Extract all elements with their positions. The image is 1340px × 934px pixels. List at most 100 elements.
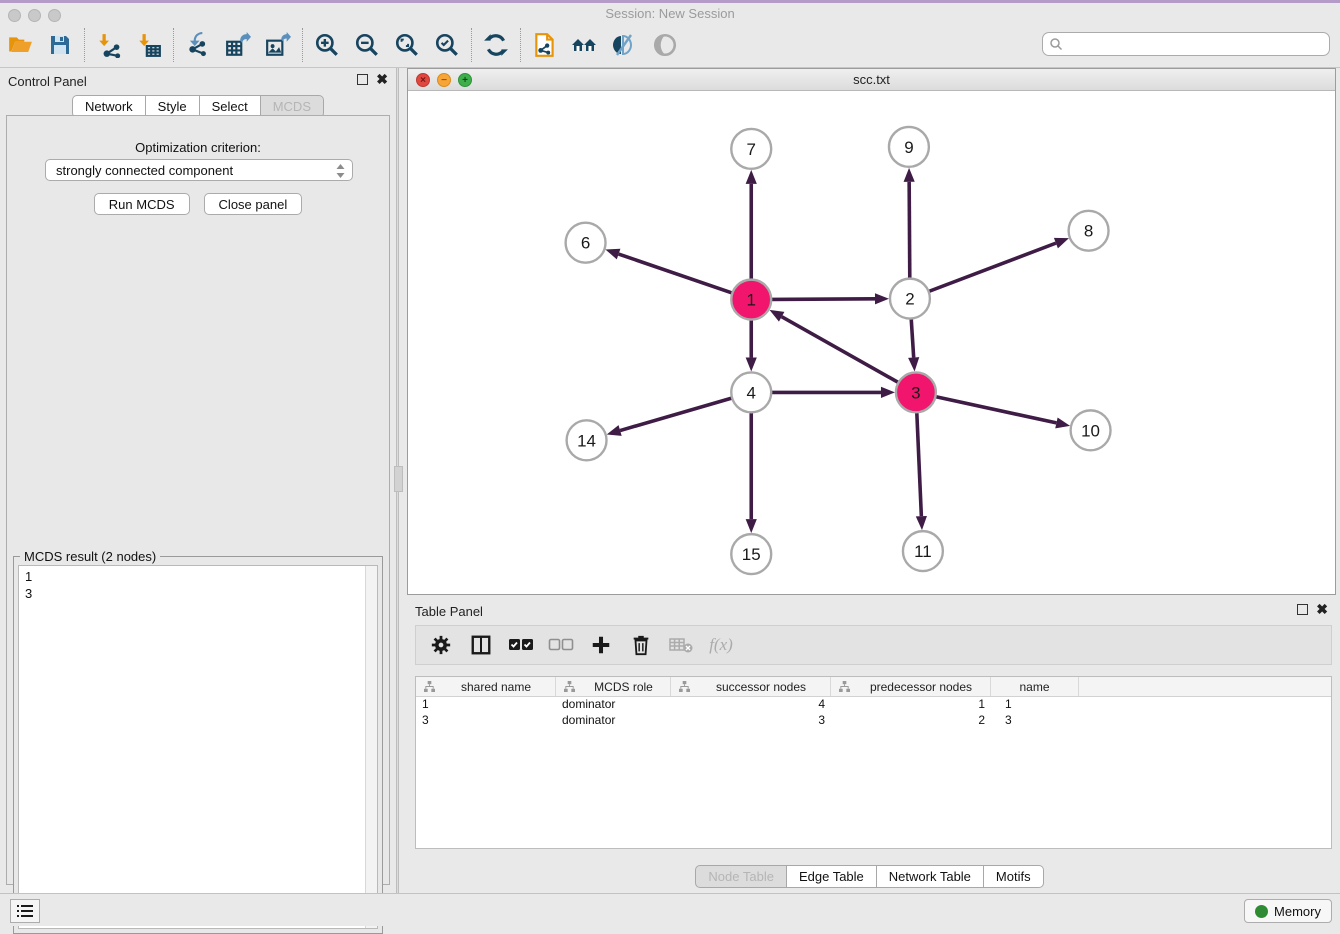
column-header-successor-nodes[interactable]: successor nodes [671, 677, 831, 696]
toolbar-separator [302, 28, 303, 62]
open-session-icon[interactable] [0, 27, 40, 63]
result-scrollbar[interactable] [365, 566, 377, 928]
import-network-icon[interactable] [89, 27, 129, 63]
cell-shared-name[interactable]: 3 [416, 713, 556, 729]
column-header-MCDS-role[interactable]: MCDS role [556, 677, 671, 696]
memory-button[interactable]: Memory [1244, 899, 1332, 923]
delete-column-icon[interactable] [628, 632, 654, 658]
apply-layout-icon[interactable] [476, 27, 516, 63]
edge-2-3[interactable] [911, 319, 913, 358]
optimization-criterion-label: Optimization criterion: [7, 140, 389, 155]
add-column-icon[interactable] [588, 632, 614, 658]
optimization-criterion-select[interactable]: strongly connected component [45, 159, 353, 181]
mcds-result-textarea[interactable]: 1 3 [18, 565, 378, 929]
run-mcds-button[interactable]: Run MCDS [94, 193, 190, 215]
edge-1-6[interactable] [619, 254, 733, 293]
edge-2-9[interactable] [909, 182, 910, 279]
show-details-icon[interactable] [645, 27, 685, 63]
float-panel-icon[interactable] [357, 74, 368, 85]
edge-arrow-1-2 [875, 293, 889, 304]
hierarchy-icon [564, 681, 575, 692]
close-panel-icon[interactable]: ✖ [376, 74, 388, 85]
node-label-2: 2 [905, 290, 914, 309]
edge-1-2[interactable] [771, 299, 875, 300]
toolbar-separator [84, 28, 85, 62]
zoom-selected-icon[interactable] [427, 27, 467, 63]
edge-3-1[interactable] [782, 317, 899, 383]
export-image-icon[interactable] [258, 27, 298, 63]
main-toolbar [0, 23, 1340, 68]
edge-2-8[interactable] [929, 243, 1056, 291]
search-input[interactable] [1063, 37, 1329, 51]
cell-successor-nodes[interactable]: 3 [671, 713, 831, 729]
tab-motifs[interactable]: Motifs [984, 865, 1044, 888]
edge-arrow-1-7 [746, 170, 757, 184]
column-header-name[interactable]: name [991, 677, 1079, 696]
table-panel-tabs: Node TableEdge TableNetwork TableMotifs [399, 865, 1340, 888]
status-bar: Memory [0, 893, 1340, 926]
export-table-icon[interactable] [218, 27, 258, 63]
cell-predecessor-nodes[interactable]: 2 [831, 713, 991, 729]
splitter-grip[interactable] [394, 466, 403, 492]
float-table-panel-icon[interactable] [1297, 604, 1308, 615]
cell-successor-nodes[interactable]: 4 [671, 697, 831, 713]
cell-name[interactable]: 1 [991, 697, 1079, 713]
network-from-selection-icon[interactable] [525, 27, 565, 63]
node-label-10: 10 [1081, 421, 1100, 440]
cell-MCDS-role[interactable]: dominator [556, 697, 671, 713]
apply-function-icon[interactable]: f(x) [708, 632, 734, 658]
edge-arrow-3-1 [769, 310, 784, 322]
combo-stepper-icon [335, 163, 346, 179]
search-field[interactable] [1042, 32, 1330, 56]
tab-network-table[interactable]: Network Table [877, 865, 984, 888]
import-table-icon[interactable] [129, 27, 169, 63]
hierarchy-icon [679, 681, 690, 692]
edge-3-10[interactable] [935, 397, 1056, 423]
mcds-result-title: MCDS result (2 nodes) [20, 549, 160, 564]
select-all-icon[interactable] [508, 632, 534, 658]
table-row[interactable]: 3dominator323 [416, 713, 1331, 729]
deselect-all-icon[interactable] [548, 632, 574, 658]
network-canvas[interactable]: 7968124314101511 [408, 91, 1335, 594]
table-panel: Table Panel ✖ [399, 597, 1340, 896]
zoom-fit-icon[interactable] [387, 27, 427, 63]
zoom-in-icon[interactable] [307, 27, 347, 63]
cell-name[interactable]: 3 [991, 713, 1079, 729]
tab-edge-table[interactable]: Edge Table [787, 865, 877, 888]
tab-node-table[interactable]: Node Table [695, 865, 787, 888]
node-label-15: 15 [742, 545, 761, 564]
cell-MCDS-role[interactable]: dominator [556, 713, 671, 729]
toolbar-separator [520, 28, 521, 62]
edge-arrow-4-15 [746, 519, 757, 533]
node-label-1: 1 [747, 291, 756, 310]
close-table-panel-icon[interactable]: ✖ [1316, 604, 1328, 615]
node-label-14: 14 [577, 431, 596, 450]
network-window-titlebar[interactable]: × − + scc.txt [408, 69, 1335, 91]
edge-arrow-3-11 [916, 516, 927, 530]
table-settings-icon[interactable] [428, 632, 454, 658]
node-label-8: 8 [1084, 222, 1093, 241]
table-row[interactable]: 1dominator411 [416, 697, 1331, 713]
delete-table-icon[interactable] [668, 632, 694, 658]
zoom-out-icon[interactable] [347, 27, 387, 63]
column-layout-icon[interactable] [468, 632, 494, 658]
column-header-predecessor-nodes[interactable]: predecessor nodes [831, 677, 991, 696]
edge-arrow-2-8 [1054, 238, 1069, 248]
node-label-7: 7 [747, 140, 756, 159]
save-session-icon[interactable] [40, 27, 80, 63]
cell-predecessor-nodes[interactable]: 1 [831, 697, 991, 713]
cell-shared-name[interactable]: 1 [416, 697, 556, 713]
close-panel-button[interactable]: Close panel [204, 193, 303, 215]
hide-selected-icon[interactable] [605, 27, 645, 63]
edge-4-14[interactable] [620, 398, 732, 431]
edge-3-11[interactable] [917, 412, 922, 516]
task-history-button[interactable] [10, 899, 40, 923]
search-icon [1049, 37, 1063, 51]
network-view-window: × − + scc.txt 7968124314101511 [407, 68, 1336, 595]
export-network-icon[interactable] [178, 27, 218, 63]
column-header-shared-name[interactable]: shared name [416, 677, 556, 696]
table-panel-title: Table Panel [415, 604, 483, 619]
edge-arrow-2-9 [904, 168, 915, 182]
edge-arrow-3-10 [1055, 417, 1070, 428]
first-neighbors-icon[interactable] [565, 27, 605, 63]
